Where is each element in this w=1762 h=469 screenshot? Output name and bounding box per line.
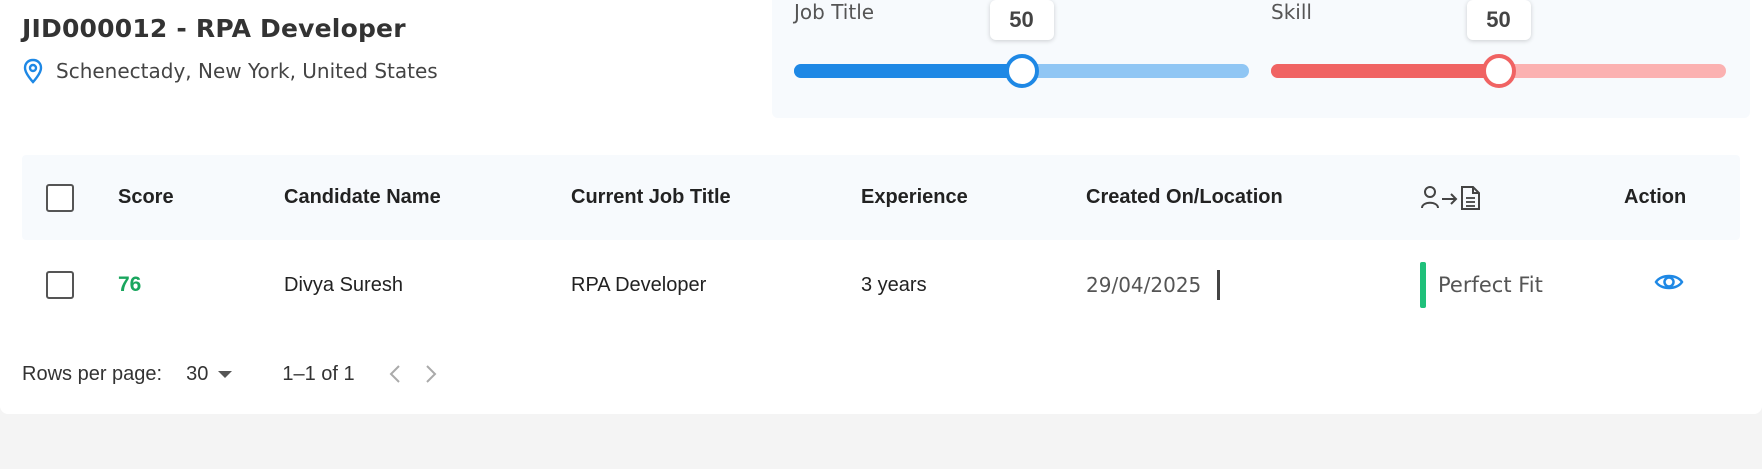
page-title: JID000012 - RPA Developer xyxy=(22,14,406,43)
skill-slider-fill xyxy=(1271,64,1499,78)
job-location: Schenectady, New York, United States xyxy=(22,58,438,84)
pagination-range: 1–1 of 1 xyxy=(282,362,355,385)
location-text: Schenectady, New York, United States xyxy=(56,59,438,83)
job-title-slider-value: 50 xyxy=(989,0,1054,40)
rows-per-page-value[interactable]: 30 xyxy=(186,363,208,386)
skill-slider-thumb[interactable] xyxy=(1481,54,1516,88)
skill-slider-track[interactable]: 50 xyxy=(1271,0,1726,88)
job-title-weight: Job Title 50 xyxy=(772,0,1249,100)
rows-per-page-label: Rows per page: xyxy=(22,362,163,385)
pagination: Rows per page: 30 1–1 of 1 xyxy=(22,362,441,386)
table-row[interactable]: 76 Divya Suresh RPA Developer 3 years 29… xyxy=(22,240,1740,330)
job-title-slider-fill xyxy=(794,64,1022,78)
header-score[interactable]: Score xyxy=(118,155,174,240)
fit-label: Perfect Fit xyxy=(1438,273,1543,297)
previous-page-button[interactable] xyxy=(385,362,405,386)
job-title-slider-thumb[interactable] xyxy=(1004,54,1039,88)
caret-down-icon[interactable] xyxy=(218,370,233,378)
header-experience[interactable]: Experience xyxy=(861,155,968,240)
select-all-cell xyxy=(46,155,74,240)
chevron-left-icon xyxy=(389,365,400,383)
skill-weight: Skill 50 xyxy=(1249,0,1726,100)
candidate-name[interactable]: Divya Suresh xyxy=(284,240,403,330)
fit-status: Perfect Fit xyxy=(1420,240,1543,330)
header-action: Action xyxy=(1624,186,1687,208)
job-title-weight-label: Job Title xyxy=(794,0,875,24)
chevron-right-icon xyxy=(425,365,437,383)
job-card: JID000012 - RPA Developer Schenectady, N… xyxy=(0,0,1762,414)
row-select-cell xyxy=(46,240,74,330)
skill-slider-value: 50 xyxy=(1466,0,1531,40)
created-on-location: 29/04/2025 xyxy=(1086,240,1221,330)
next-page-button[interactable] xyxy=(421,362,441,386)
table-header-row: Score Candidate Name Current Job Title E… xyxy=(22,155,1740,240)
created-on-date: 29/04/2025 xyxy=(1086,273,1202,297)
candidate-score: 76 xyxy=(118,273,142,296)
fit-indicator xyxy=(1420,262,1426,308)
eye-icon[interactable] xyxy=(1654,271,1684,299)
person-to-document-icon xyxy=(1420,155,1482,240)
separator xyxy=(1217,270,1221,300)
header-candidate-name[interactable]: Candidate Name xyxy=(284,155,441,240)
view-button[interactable] xyxy=(1654,240,1684,330)
candidate-experience: 3 years xyxy=(861,273,927,296)
skill-weight-label: Skill xyxy=(1271,0,1312,24)
job-title-slider-track[interactable]: 50 xyxy=(794,0,1249,88)
candidates-table: Score Candidate Name Current Job Title E… xyxy=(22,155,1740,330)
header-created-on-location[interactable]: Created On/Location xyxy=(1086,155,1283,240)
select-all-checkbox[interactable] xyxy=(46,183,74,212)
header-current-job-title[interactable]: Current Job Title xyxy=(571,155,731,240)
candidate-job-title: RPA Developer xyxy=(571,273,707,296)
map-pin-icon xyxy=(22,58,44,84)
weight-panel: Job Title 50 Skill 50 xyxy=(772,0,1750,118)
row-checkbox[interactable] xyxy=(46,271,74,299)
rows-per-page-select[interactable]: 30 xyxy=(186,363,233,386)
